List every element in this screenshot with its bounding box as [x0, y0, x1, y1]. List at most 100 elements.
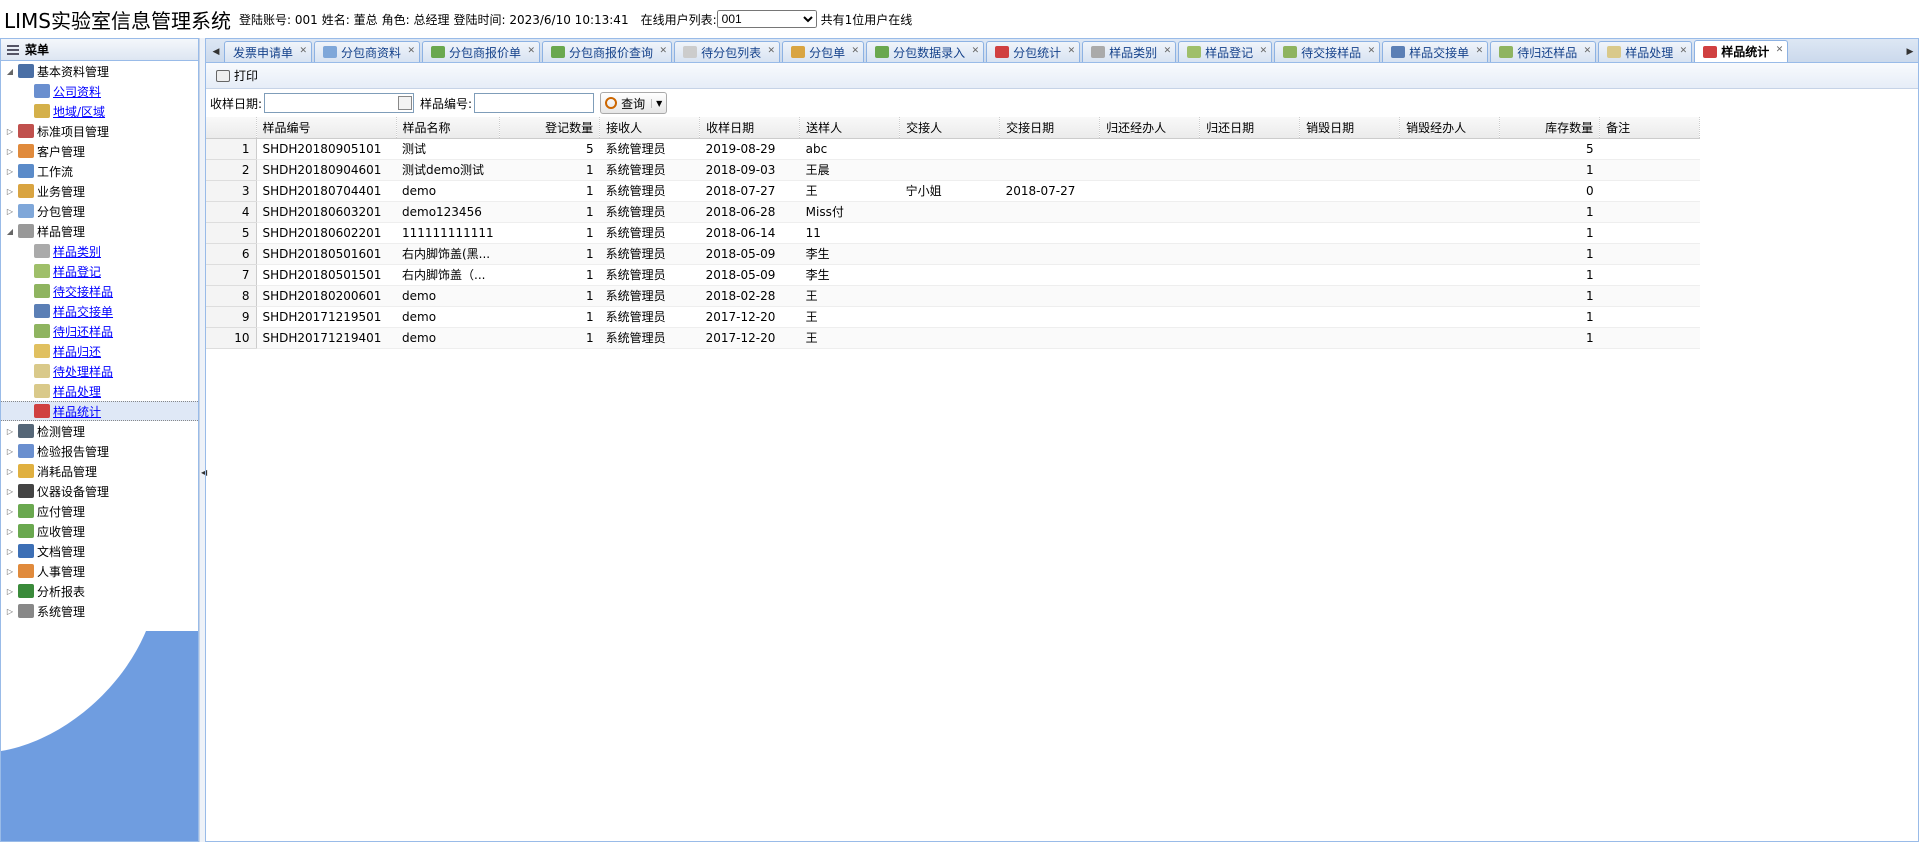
- collapsed-arrow-icon[interactable]: ▷: [5, 167, 15, 176]
- collapsed-arrow-icon[interactable]: ▷: [5, 487, 15, 496]
- sidebar-item[interactable]: 样品登记: [1, 261, 198, 281]
- sidebar-item[interactable]: 待归还样品: [1, 321, 198, 341]
- column-header[interactable]: 销毁日期: [1299, 117, 1401, 139]
- sample-code-input[interactable]: [474, 93, 595, 113]
- sidebar-item-label[interactable]: 待归还样品: [53, 323, 113, 340]
- column-header[interactable]: 接收人: [599, 117, 701, 139]
- collapsed-arrow-icon[interactable]: ▷: [5, 427, 15, 436]
- tab[interactable]: 发票申请单 ✕: [224, 41, 313, 62]
- table-row[interactable]: 6 SHDH20180501601 右内脚饰盖(黑... 1 系统管理员 2018-05-…: [206, 243, 1700, 265]
- sidebar-item-label[interactable]: 样品类别: [53, 243, 101, 260]
- tab[interactable]: 样品类别 ✕: [1082, 41, 1177, 62]
- close-icon[interactable]: ✕: [972, 46, 980, 56]
- sidebar-item[interactable]: 待交接样品: [1, 281, 198, 301]
- collapsed-arrow-icon[interactable]: ▷: [5, 587, 15, 596]
- collapsed-arrow-icon[interactable]: ▷: [5, 607, 15, 616]
- sidebar-item[interactable]: ▷ 标准项目管理: [1, 121, 198, 141]
- expanded-arrow-icon[interactable]: ◢: [5, 67, 15, 76]
- collapsed-arrow-icon[interactable]: ▷: [5, 467, 15, 476]
- close-icon[interactable]: ✕: [768, 46, 776, 56]
- collapsed-arrow-icon[interactable]: ▷: [5, 127, 15, 136]
- tab[interactable]: 待交接样品 ✕: [1274, 41, 1381, 62]
- collapsed-arrow-icon[interactable]: ▷: [5, 567, 15, 576]
- sidebar-item[interactable]: 地域/区域: [1, 101, 198, 121]
- collapsed-arrow-icon[interactable]: ▷: [5, 147, 15, 156]
- sidebar-item[interactable]: ▷ 仪器设备管理: [1, 481, 198, 501]
- column-header[interactable]: 交接日期: [999, 117, 1101, 139]
- tab[interactable]: 待分包列表 ✕: [674, 41, 781, 62]
- column-header[interactable]: 归还日期: [1199, 117, 1301, 139]
- tab[interactable]: 分包数据录入 ✕: [866, 41, 985, 62]
- tab[interactable]: 分包单 ✕: [782, 41, 865, 62]
- sidebar-item[interactable]: ▷ 消耗品管理: [1, 461, 198, 481]
- column-header[interactable]: 送样人: [799, 117, 901, 139]
- column-header[interactable]: 备注: [1599, 117, 1701, 139]
- close-icon[interactable]: ✕: [407, 46, 415, 56]
- sidebar-item-label[interactable]: 待交接样品: [53, 283, 113, 300]
- sidebar-item[interactable]: 待处理样品: [1, 361, 198, 381]
- collapsed-arrow-icon[interactable]: ▷: [5, 527, 15, 536]
- tab-scroll-left-icon[interactable]: ◀: [208, 42, 224, 62]
- tab-scroll-right-icon[interactable]: ▶: [1902, 42, 1918, 62]
- table-row[interactable]: 5 SHDH20180602201 111111111111 1 系统管理员 2018-0…: [206, 222, 1700, 244]
- sidebar-item-label[interactable]: 公司资料: [53, 83, 101, 100]
- sidebar-item[interactable]: ▷ 应收管理: [1, 521, 198, 541]
- sidebar-item-label[interactable]: 待处理样品: [53, 363, 113, 380]
- tab[interactable]: 样品统计 ✕: [1694, 40, 1789, 62]
- close-icon[interactable]: ✕: [1476, 46, 1484, 56]
- close-icon[interactable]: ✕: [1368, 46, 1376, 56]
- table-row[interactable]: 7 SHDH20180501501 右内脚饰盖（... 1 系统管理员 2018-05-0…: [206, 264, 1700, 286]
- close-icon[interactable]: ✕: [1776, 45, 1784, 55]
- close-icon[interactable]: ✕: [1260, 46, 1268, 56]
- expanded-arrow-icon[interactable]: ◢: [5, 227, 15, 236]
- receive-date-input[interactable]: [264, 93, 415, 113]
- column-header[interactable]: 样品编号: [256, 117, 397, 139]
- tab[interactable]: 待归还样品 ✕: [1490, 41, 1597, 62]
- sidebar-item-label[interactable]: 样品统计: [53, 403, 101, 420]
- sidebar-item[interactable]: ▷ 检验报告管理: [1, 441, 198, 461]
- sidebar-item[interactable]: 样品处理: [1, 381, 198, 401]
- sidebar-item[interactable]: ▷ 分包管理: [1, 201, 198, 221]
- column-header[interactable]: 收样日期: [699, 117, 801, 139]
- sidebar-item-label[interactable]: 样品处理: [53, 383, 101, 400]
- table-row[interactable]: 10 SHDH20171219401 demo 1 系统管理员 2017-12-20 王 1: [206, 327, 1700, 349]
- tab[interactable]: 样品处理 ✕: [1598, 41, 1693, 62]
- sidebar-item[interactable]: 样品交接单: [1, 301, 198, 321]
- sidebar-item[interactable]: ▷ 系统管理: [1, 601, 198, 621]
- sidebar-item[interactable]: ▷ 文档管理: [1, 541, 198, 561]
- collapsed-arrow-icon[interactable]: ▷: [5, 547, 15, 556]
- calendar-icon[interactable]: [398, 96, 413, 110]
- table-row[interactable]: 9 SHDH20171219501 demo 1 系统管理员 2017-12-20 王 1: [206, 306, 1700, 328]
- sidebar-item[interactable]: ▷ 人事管理: [1, 561, 198, 581]
- collapsed-arrow-icon[interactable]: ▷: [5, 447, 15, 456]
- column-header[interactable]: 归还经办人: [1099, 117, 1201, 139]
- online-users-select[interactable]: 001: [716, 10, 817, 28]
- tab[interactable]: 分包商报价查询 ✕: [542, 41, 673, 62]
- chevron-down-icon[interactable]: ▼: [651, 98, 662, 108]
- table-row[interactable]: 1 SHDH20180905101 测试 5 系统管理员 2019-08-29 abc 5: [206, 138, 1700, 160]
- table-row[interactable]: 2 SHDH20180904601 测试demo测试 1 系统管理员 2018-09-03…: [206, 159, 1700, 181]
- sidebar-item-label[interactable]: 样品交接单: [53, 303, 113, 320]
- sidebar-item[interactable]: ▷ 工作流: [1, 161, 198, 181]
- table-row[interactable]: 3 SHDH20180704401 demo 1 系统管理员 2018-07-27 王宁小姐…: [206, 180, 1700, 202]
- tab[interactable]: 分包商报价单 ✕: [422, 41, 541, 62]
- close-icon[interactable]: ✕: [1164, 46, 1172, 56]
- sidebar-item[interactable]: ▷ 检测管理: [1, 421, 198, 441]
- column-header[interactable]: 销毁经办人: [1399, 117, 1501, 139]
- close-icon[interactable]: ✕: [1680, 46, 1688, 56]
- close-icon[interactable]: ✕: [1068, 46, 1076, 56]
- sidebar-item-label[interactable]: 样品登记: [53, 263, 101, 280]
- collapsed-arrow-icon[interactable]: ▷: [5, 187, 15, 196]
- sidebar-item[interactable]: ◢ 基本资料管理: [1, 61, 198, 81]
- collapsed-arrow-icon[interactable]: ▷: [5, 207, 15, 216]
- close-icon[interactable]: ✕: [660, 46, 668, 56]
- tab[interactable]: 样品交接单 ✕: [1382, 41, 1489, 62]
- sidebar-item[interactable]: 公司资料: [1, 81, 198, 101]
- query-button[interactable]: 查询 ▼: [600, 92, 668, 114]
- column-header[interactable]: 样品名称: [396, 117, 501, 139]
- sidebar-item[interactable]: ▷ 分析报表: [1, 581, 198, 601]
- column-header[interactable]: 登记数量: [499, 117, 601, 139]
- sidebar-item[interactable]: 样品类别: [1, 241, 198, 261]
- table-row[interactable]: 8 SHDH20180200601 demo 1 系统管理员 2018-02-28 王 1: [206, 285, 1700, 307]
- collapsed-arrow-icon[interactable]: ▷: [5, 507, 15, 516]
